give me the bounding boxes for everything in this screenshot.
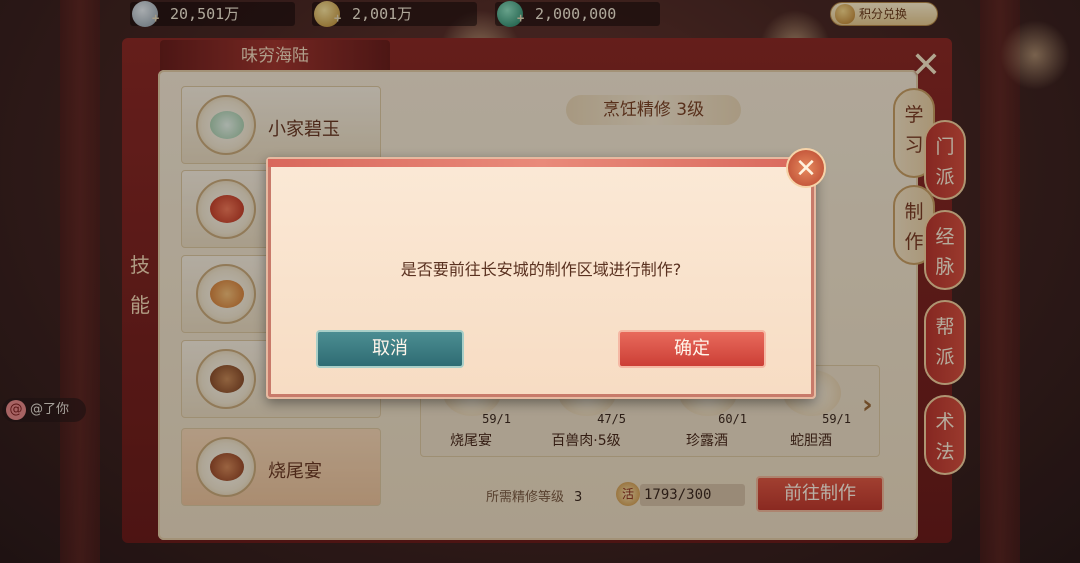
confirm-dialog: 是否要前往长安城的制作区域进行制作? 取消 确定 <box>266 157 816 399</box>
dialog-message: 是否要前往长安城的制作区域进行制作? <box>400 260 682 279</box>
confirm-button[interactable]: 确定 <box>618 330 766 368</box>
cancel-button[interactable]: 取消 <box>316 330 464 368</box>
dialog-close-icon[interactable]: ✕ <box>786 148 826 188</box>
